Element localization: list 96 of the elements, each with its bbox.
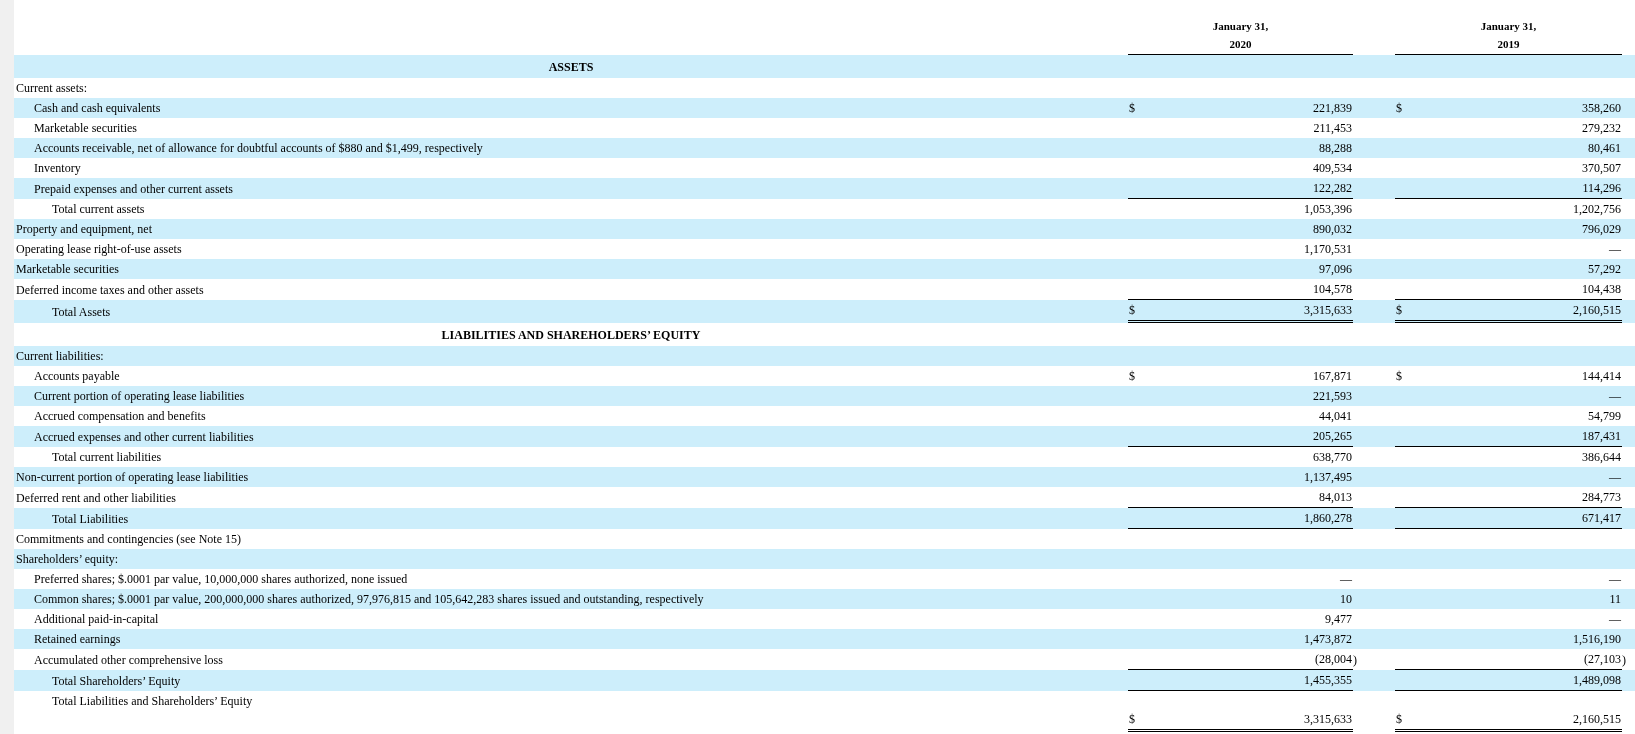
amount: 144,414 <box>1582 369 1621 383</box>
amount: 88,288 <box>1319 141 1352 155</box>
amount: 122,282 <box>1313 181 1352 195</box>
currency-sign: $ <box>1396 369 1402 383</box>
row-label: Total Assets <box>52 304 111 319</box>
amount: 284,773 <box>1582 490 1621 504</box>
amount: 211,453 <box>1313 121 1352 135</box>
row-label: Total current assets <box>52 202 145 216</box>
amount: 221,839 <box>1313 101 1352 115</box>
currency-sign: $ <box>1129 101 1135 115</box>
amount: 114,296 <box>1582 181 1621 195</box>
amount: — <box>1340 572 1352 586</box>
row-label: Marketable securities <box>34 121 137 135</box>
section-heading: LIABILITIES AND SHAREHOLDERS’ EQUITY <box>441 327 701 342</box>
row-label: Property and equipment, net <box>16 222 152 236</box>
amount: 279,232 <box>1582 121 1621 135</box>
row-label: Common shares; $.0001 par value, 200,000,000 shares authorized, 97,976,815 and 105,642,283 shares issued and outstanding, respectively <box>34 592 704 606</box>
amount: 3,315,633 <box>1304 303 1352 317</box>
row-label: Current liabilities: <box>16 349 104 363</box>
amount: 54,799 <box>1588 409 1621 423</box>
section-heading: ASSETS <box>548 59 594 74</box>
row-label: Accounts payable <box>34 369 120 383</box>
amount: 1,202,756 <box>1573 202 1621 216</box>
amount: 3,315,633 <box>1304 712 1352 726</box>
amount: 97,096 <box>1319 262 1352 276</box>
row-label: Total Liabilities and Shareholders’ Equity <box>52 694 253 708</box>
currency-sign: $ <box>1129 369 1135 383</box>
column-heading: January 31, 2020 <box>1211 19 1270 52</box>
amount: — <box>1609 612 1621 626</box>
amount: 796,029 <box>1582 222 1621 236</box>
amount: 205,265 <box>1313 429 1352 443</box>
amount: 11 <box>1609 592 1621 606</box>
amount: 890,032 <box>1313 222 1352 236</box>
amount: 1,860,278 <box>1304 511 1352 525</box>
row-label: Accrued compensation and benefits <box>34 409 206 423</box>
row-label: Total Liabilities <box>52 511 129 526</box>
amount: 104,578 <box>1313 282 1352 296</box>
row-label: Non-current portion of operating lease liabilities <box>16 470 249 484</box>
amount: 2,160,515 <box>1573 712 1621 726</box>
amount: 1,170,531 <box>1304 242 1352 256</box>
row-label: Accounts receivable, net of allowance for doubtful accounts of $880 and $1,499, respectively <box>34 141 483 155</box>
row-label: Total current liabilities <box>52 450 162 464</box>
row-label: Operating lease right-of-use assets <box>16 242 182 256</box>
row-label: Current portion of operating lease liabilities <box>34 389 245 403</box>
closing-parenthesis: ) <box>1353 652 1357 667</box>
row-label: Accumulated other comprehensive loss <box>34 652 223 667</box>
amount: 10 <box>1340 592 1352 606</box>
row-label: Marketable securities <box>16 262 119 276</box>
amount: 1,473,872 <box>1304 632 1352 646</box>
amount: 187,431 <box>1582 429 1621 443</box>
row-label: Accrued expenses and other current liabilities <box>34 429 254 444</box>
amount: 370,507 <box>1582 161 1621 175</box>
amount: 1,455,355 <box>1304 673 1352 687</box>
amount: 104,438 <box>1582 282 1621 296</box>
row-label: Cash and cash equivalents <box>34 101 161 115</box>
amount: 1,053,396 <box>1304 202 1352 216</box>
amount: 9,477 <box>1325 612 1352 626</box>
amount: 221,593 <box>1313 389 1352 403</box>
amount: 671,417 <box>1582 511 1621 525</box>
row-label: Current assets: <box>16 81 87 95</box>
column-heading: January 31, 2019 <box>1479 19 1538 52</box>
currency-sign: $ <box>1396 712 1402 726</box>
currency-sign: $ <box>1129 712 1135 726</box>
row-label: Additional paid-in-capital <box>34 612 159 626</box>
amount: 358,260 <box>1582 101 1621 115</box>
row-label: Prepaid expenses and other current assets <box>34 181 233 196</box>
amount: — <box>1609 389 1621 403</box>
amount: — <box>1609 572 1621 586</box>
amount: 2,160,515 <box>1573 303 1621 317</box>
amount: 1,516,190 <box>1573 632 1621 646</box>
amount: 1,489,098 <box>1573 673 1621 687</box>
row-label: Inventory <box>34 161 81 175</box>
amount: 84,013 <box>1319 490 1352 504</box>
amount: — <box>1609 470 1621 484</box>
amount: 409,534 <box>1313 161 1352 175</box>
row-label: Deferred rent and other liabilities <box>16 490 176 505</box>
currency-sign: $ <box>1129 303 1135 317</box>
closing-parenthesis: ) <box>1622 652 1626 667</box>
currency-sign: $ <box>1396 101 1402 115</box>
row-label: Total Shareholders’ Equity <box>52 673 181 688</box>
amount: 44,041 <box>1319 409 1352 423</box>
row-label: Retained earnings <box>34 632 121 646</box>
row-label: Preferred shares; $.0001 par value, 10,000,000 shares authorized, none issued <box>34 572 408 586</box>
row-label: Deferred income taxes and other assets <box>16 282 204 297</box>
amount: 167,871 <box>1313 369 1352 383</box>
amount: 80,461 <box>1588 141 1621 155</box>
amount: (27,103 <box>1584 652 1621 666</box>
amount: 1,137,495 <box>1304 470 1352 484</box>
amount: 386,644 <box>1582 450 1621 464</box>
currency-sign: $ <box>1396 303 1402 317</box>
amount: 638,770 <box>1313 450 1352 464</box>
row-label: Commitments and contingencies (see Note 15) <box>16 532 241 546</box>
row-label: Shareholders’ equity: <box>16 552 119 566</box>
amount: — <box>1609 242 1621 256</box>
amount: (28,004 <box>1315 652 1352 666</box>
amount: 57,292 <box>1588 262 1621 276</box>
